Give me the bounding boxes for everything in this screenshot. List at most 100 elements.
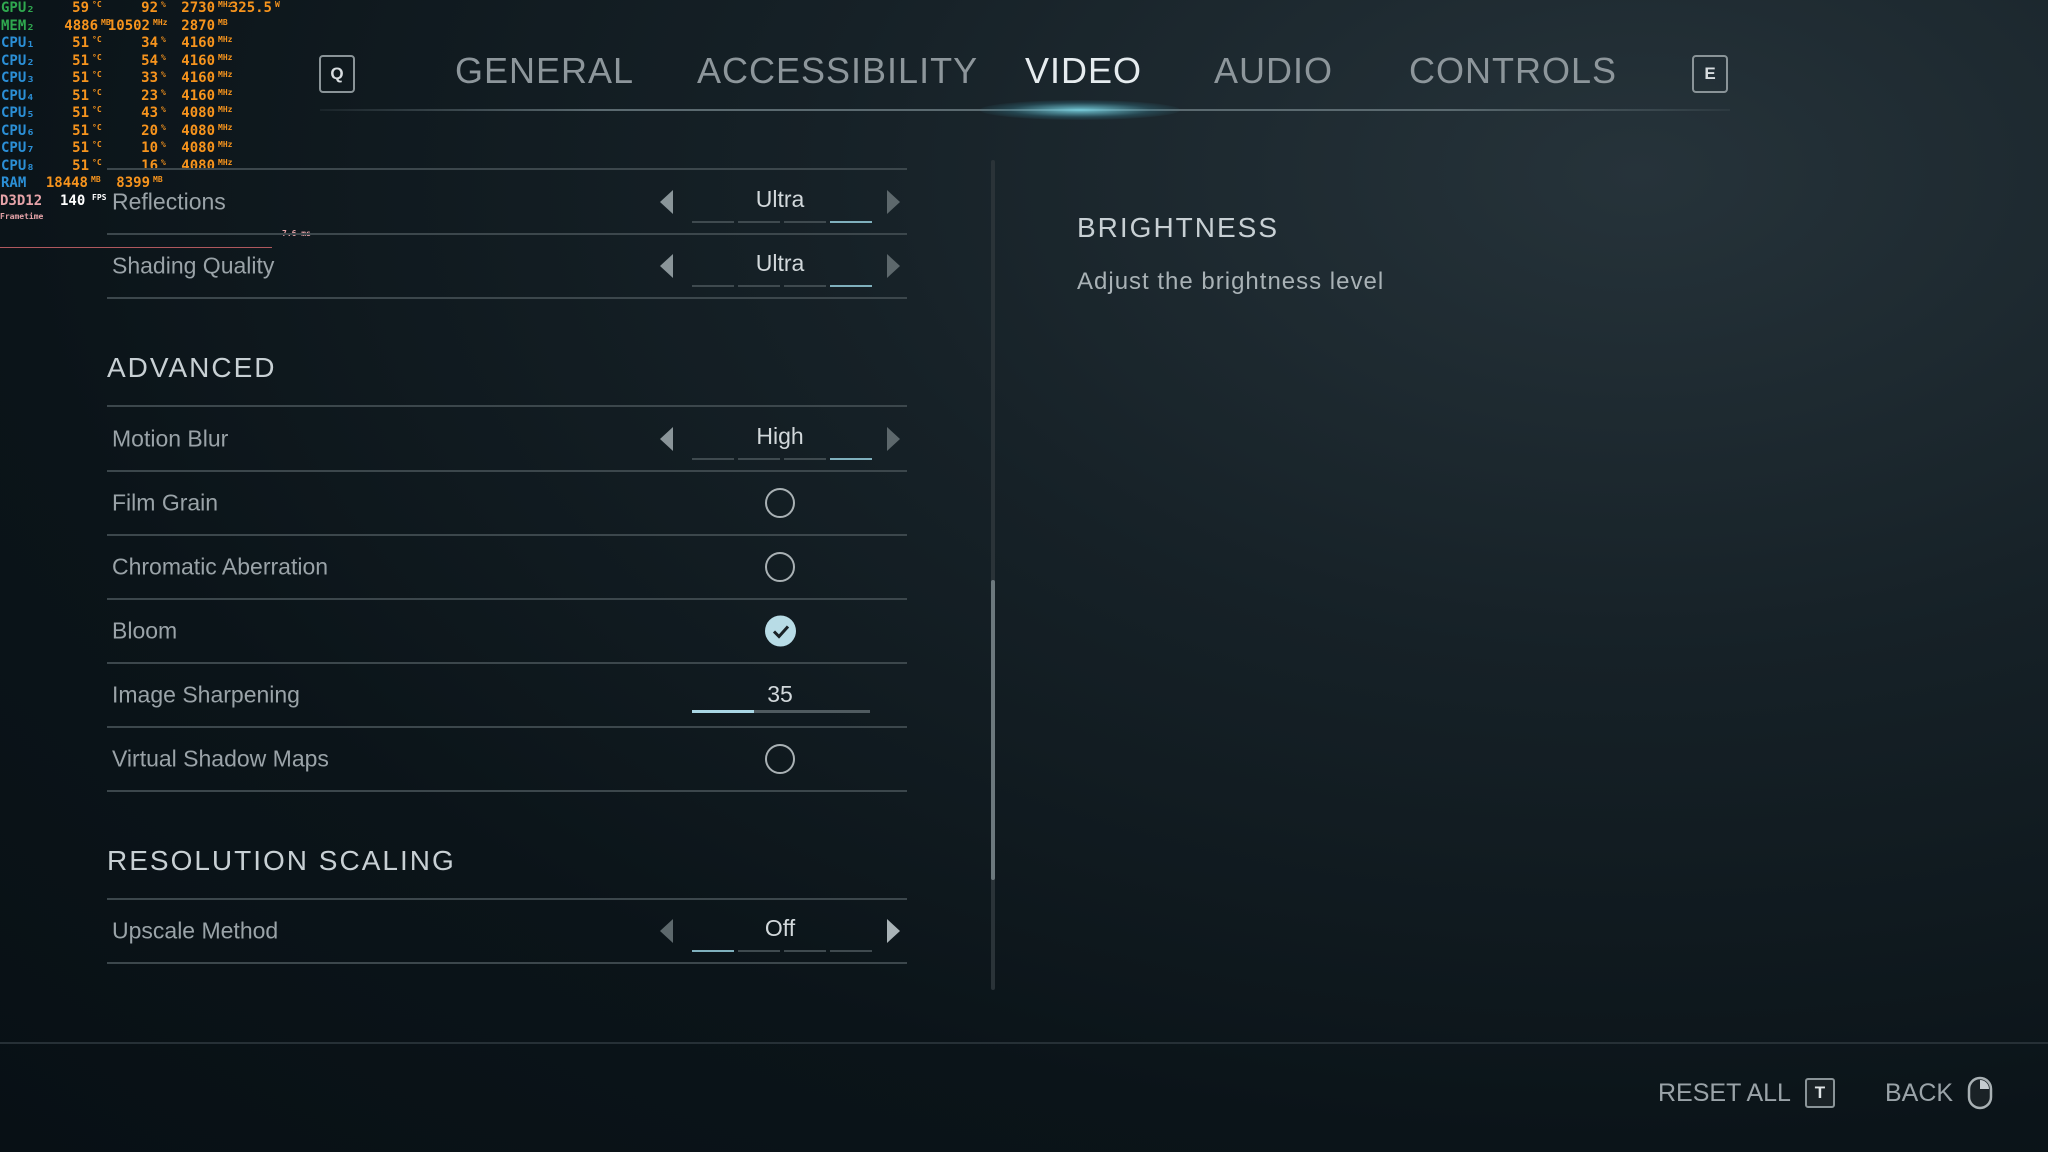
osd-value: 4080 [181, 157, 215, 174]
osd-value: 4160 [181, 52, 215, 69]
back-label: BACK [1885, 1078, 1954, 1107]
info-description: Adjust the brightness level [1077, 268, 1385, 295]
footer-divider [0, 1042, 2048, 1044]
divider [107, 534, 907, 536]
osd-value: 20 [141, 122, 158, 139]
osd-label: CPU₈ [1, 157, 35, 174]
reflections-prev-arrow-icon[interactable] [660, 190, 673, 214]
divider [107, 962, 907, 964]
tab-video[interactable]: VIDEO [1025, 50, 1142, 92]
osd-value: 43 [141, 105, 158, 121]
chromatic-aberration-checkbox[interactable] [765, 552, 795, 582]
osd-unit: W [275, 0, 280, 9]
active-tab-indicator [980, 100, 1180, 120]
key-t-icon: T [1804, 1078, 1835, 1108]
motion-blur-level-indicator [692, 458, 872, 460]
osd-row: CPU₂ 51 °C 54% 4160 MHz [0, 53, 300, 70]
motion-blur-next-arrow-icon[interactable] [887, 427, 900, 451]
bloom-checkbox[interactable] [765, 615, 796, 647]
film-grain-checkbox[interactable] [765, 488, 795, 518]
divider [107, 898, 907, 900]
osd-row: CPU₅ 51 °C 43% 4080 MHz [0, 105, 300, 122]
reflections-value: Ultra [755, 185, 805, 212]
tab-accessibility[interactable]: ACCESSIBILITY [697, 50, 978, 92]
tab-audio[interactable]: AUDIO [1214, 50, 1333, 92]
image-sharpening-slider[interactable] [692, 710, 870, 713]
scrollbar-thumb[interactable] [991, 580, 995, 880]
shading-next-arrow-icon[interactable] [887, 254, 900, 278]
osd-unit: MB [218, 17, 228, 27]
mouse-right-click-icon [1967, 1076, 1993, 1110]
osd-value: 4080 [181, 122, 215, 139]
prev-tab-key-q[interactable]: Q [319, 55, 355, 93]
image-sharpening-value: 35 [767, 680, 793, 707]
osd-value: 51 [72, 140, 89, 156]
osd-row: CPU₃ 51 °C 33% 4160 MHz [0, 70, 300, 87]
osd-value: 34 [141, 35, 158, 51]
osd-value: 4080 [181, 105, 215, 121]
resolution-scaling-section-title: RESOLUTION SCALING [107, 845, 456, 876]
motion-blur-value: High [756, 422, 804, 449]
osd-unit: % [161, 52, 166, 62]
osd-label: CPU₂ [1, 52, 35, 69]
osd-label: CPU₅ [1, 105, 35, 121]
osd-value: 51 [72, 70, 89, 86]
osd-value: 4080 [181, 140, 215, 156]
osd-value: 4160 [181, 87, 215, 104]
back-button[interactable]: BACK [1885, 1076, 1993, 1110]
osd-unit: °C [92, 157, 102, 167]
osd-fps-unit: FPS [92, 192, 107, 202]
tab-controls[interactable]: CONTROLS [1409, 50, 1617, 92]
upscale-level-indicator [692, 950, 872, 952]
osd-value: 51 [72, 35, 89, 51]
osd-unit: MB [153, 175, 163, 184]
osd-unit: % [161, 35, 166, 44]
virtual-shadow-maps-label: Virtual Shadow Maps [112, 745, 329, 772]
tab-general[interactable]: GENERAL [455, 50, 634, 92]
osd-value: 33 [141, 70, 158, 86]
motion-blur-label: Motion Blur [112, 425, 229, 452]
osd-value: 18448 [45, 175, 88, 191]
upscale-prev-arrow-icon[interactable] [660, 919, 673, 943]
shading-level-indicator [692, 285, 872, 287]
scrollbar-track[interactable] [991, 160, 995, 990]
osd-value: 4160 [181, 35, 215, 51]
osd-unit: °C [92, 35, 102, 44]
advanced-section-title: ADVANCED [107, 352, 277, 383]
osd-value: 10 [141, 140, 158, 156]
osd-label: CPU₁ [1, 35, 35, 51]
virtual-shadow-maps-checkbox[interactable] [765, 744, 795, 774]
osd-unit: MHz [218, 140, 233, 149]
osd-unit: MB [91, 175, 101, 184]
osd-label: CPU₇ [1, 140, 35, 156]
reflections-next-arrow-icon[interactable] [887, 190, 900, 214]
osd-label: RAM [1, 175, 27, 191]
bloom-label: Bloom [112, 617, 178, 644]
osd-unit: MHz [218, 105, 233, 114]
osd-unit: MHz [218, 87, 233, 97]
osd-value: 2870 [181, 17, 215, 34]
reset-all-button[interactable]: RESET ALL T [1658, 1078, 1835, 1108]
osd-unit: °C [92, 52, 102, 62]
divider [107, 405, 907, 407]
osd-unit: MHz [218, 122, 233, 132]
osd-unit: °C [92, 87, 102, 97]
osd-unit: % [161, 105, 166, 114]
osd-value: 51 [72, 87, 89, 104]
osd-unit: MHz [218, 52, 233, 62]
osd-row: CPU₆ 51 °C 20% 4080 MHz [0, 123, 300, 140]
osd-frametime-label: Frametime [0, 211, 44, 221]
osd-unit: % [161, 140, 166, 149]
osd-value: 51 [72, 157, 89, 174]
osd-row: CPU₄ 51 °C 23% 4160 MHz [0, 88, 300, 105]
upscale-method-value: Off [764, 914, 796, 941]
osd-label: CPU₃ [1, 70, 35, 86]
upscale-next-arrow-icon[interactable] [887, 919, 900, 943]
motion-blur-prev-arrow-icon[interactable] [660, 427, 673, 451]
osd-value: 51 [72, 122, 89, 139]
film-grain-label: Film Grain [112, 489, 219, 516]
osd-unit: °C [92, 70, 102, 79]
shading-prev-arrow-icon[interactable] [660, 254, 673, 278]
osd-value: 23 [141, 87, 158, 104]
next-tab-key-e[interactable]: E [1692, 55, 1728, 93]
